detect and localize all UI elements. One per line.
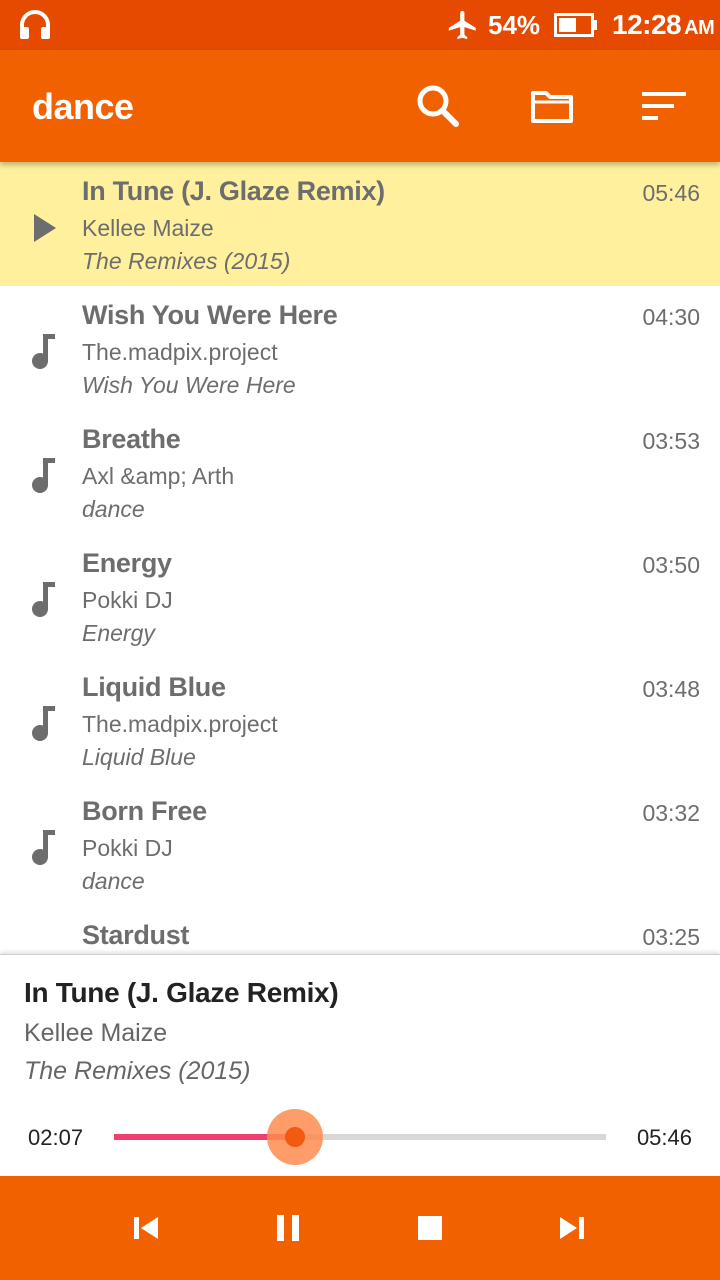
track-album: dance bbox=[82, 496, 145, 522]
seek-bar[interactable] bbox=[114, 1109, 606, 1165]
folder-button[interactable] bbox=[526, 80, 578, 132]
track-artist: The.madpix.project bbox=[82, 339, 278, 365]
music-note-icon bbox=[32, 458, 55, 493]
pause-icon bbox=[277, 1215, 299, 1241]
skip-previous-button[interactable] bbox=[126, 1208, 166, 1248]
track-album: dance bbox=[82, 868, 145, 894]
sort-icon bbox=[642, 92, 686, 120]
headphones-icon bbox=[20, 10, 50, 39]
total-time: 05:46 bbox=[636, 1125, 692, 1150]
track-title: Liquid Blue bbox=[82, 672, 226, 702]
sort-button[interactable] bbox=[638, 80, 690, 132]
track-duration: 03:48 bbox=[642, 676, 700, 702]
search-icon bbox=[417, 85, 459, 127]
pause-button[interactable] bbox=[268, 1208, 308, 1248]
track-title: Stardust bbox=[82, 920, 190, 950]
music-note-icon bbox=[32, 582, 55, 617]
seek-thumb[interactable] bbox=[284, 1127, 305, 1147]
track-artist: Axl &amp; Arth bbox=[82, 463, 235, 489]
stop-icon bbox=[418, 1216, 442, 1240]
track-artist: Kellee Maize bbox=[82, 215, 214, 241]
battery-icon bbox=[554, 13, 597, 37]
track-row[interactable]: Energy Pokki DJ Energy 03:50 bbox=[0, 534, 720, 658]
track-duration: 03:25 bbox=[642, 924, 700, 950]
page-title: dance bbox=[32, 86, 134, 127]
track-row[interactable]: Liquid Blue The.madpix.project Liquid Bl… bbox=[0, 658, 720, 782]
track-title: Wish You Were Here bbox=[82, 300, 338, 330]
track-artist: Pokki DJ bbox=[82, 587, 173, 613]
track-title: Born Free bbox=[82, 796, 207, 826]
status-bar: 54% 12:28 AM bbox=[0, 0, 720, 50]
clock-time: 12:28 bbox=[612, 9, 682, 40]
track-artist: Pokki DJ bbox=[82, 835, 173, 861]
track-title: Energy bbox=[82, 548, 172, 578]
folder-icon bbox=[531, 91, 573, 123]
now-playing-title: In Tune (J. Glaze Remix) bbox=[24, 977, 339, 1008]
status-clock: 12:28 AM bbox=[612, 9, 715, 41]
track-duration: 03:50 bbox=[642, 552, 700, 578]
skip-previous-icon bbox=[134, 1217, 158, 1239]
music-note-icon bbox=[32, 334, 55, 369]
track-duration: 03:32 bbox=[642, 800, 700, 826]
track-row[interactable]: Stardust 03:25 bbox=[0, 906, 720, 954]
track-row-active[interactable]: In Tune (J. Glaze Remix) Kellee Maize Th… bbox=[0, 162, 720, 286]
now-playing-album: The Remixes (2015) bbox=[24, 1057, 251, 1085]
clock-ampm: AM bbox=[684, 17, 715, 39]
track-album: Wish You Were Here bbox=[82, 372, 296, 398]
now-playing-artist: Kellee Maize bbox=[24, 1019, 168, 1047]
track-duration: 05:46 bbox=[642, 180, 700, 206]
play-icon bbox=[34, 214, 56, 242]
track-album: The Remixes (2015) bbox=[82, 248, 291, 274]
music-note-icon bbox=[32, 706, 55, 741]
track-row[interactable]: Wish You Were Here The.madpix.project Wi… bbox=[0, 286, 720, 410]
track-list[interactable]: In Tune (J. Glaze Remix) Kellee Maize Th… bbox=[0, 162, 720, 954]
track-title: Breathe bbox=[82, 424, 181, 454]
app-bar: dance bbox=[0, 50, 720, 162]
music-note-icon bbox=[32, 830, 55, 865]
skip-next-icon bbox=[560, 1217, 584, 1239]
airplane-mode-icon bbox=[448, 10, 476, 40]
playback-controls bbox=[0, 1176, 720, 1280]
skip-next-button[interactable] bbox=[552, 1208, 592, 1248]
track-title: In Tune (J. Glaze Remix) bbox=[82, 176, 385, 206]
track-album: Liquid Blue bbox=[82, 744, 196, 770]
elapsed-time: 02:07 bbox=[28, 1125, 84, 1150]
track-album: Energy bbox=[82, 620, 155, 646]
search-button[interactable] bbox=[412, 80, 464, 132]
track-row[interactable]: Breathe Axl &amp; Arth dance 03:53 bbox=[0, 410, 720, 534]
track-duration: 04:30 bbox=[642, 304, 700, 330]
track-row[interactable]: Born Free Pokki DJ dance 03:32 bbox=[0, 782, 720, 906]
stop-button[interactable] bbox=[410, 1208, 450, 1248]
now-playing-panel: In Tune (J. Glaze Remix) Kellee Maize Th… bbox=[0, 954, 720, 1176]
track-duration: 03:53 bbox=[642, 428, 700, 454]
battery-percent: 54% bbox=[488, 10, 541, 40]
track-artist: The.madpix.project bbox=[82, 711, 278, 737]
